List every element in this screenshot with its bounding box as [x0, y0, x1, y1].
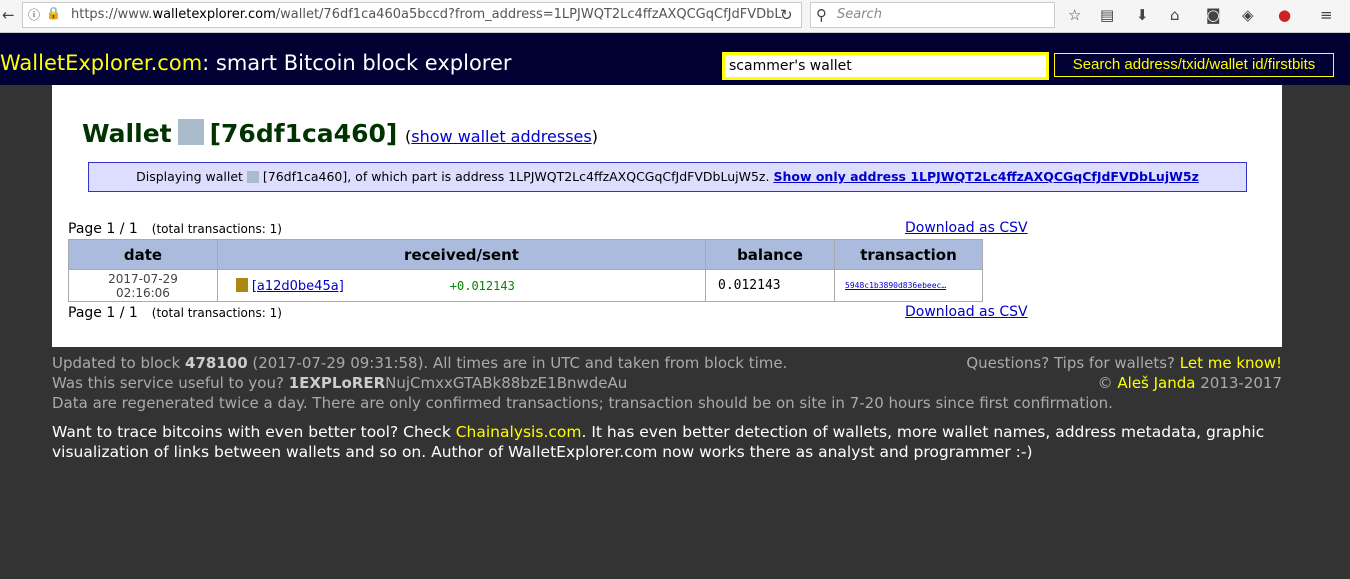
chainalysis-promo: Want to trace bitcoins with even better …: [52, 423, 1265, 461]
footer: Questions? Tips for wallets? Let me know…: [52, 353, 1282, 462]
table-row: 2017-07-29 02:16:06 [a12d0be45a] +0.01214…: [68, 269, 983, 302]
show-addresses: (show wallet addresses): [405, 127, 598, 146]
reading-list-icon[interactable]: ▤: [1100, 6, 1114, 24]
info-icon[interactable]: ⓘ: [28, 6, 40, 23]
main-content: Wallet [76df1ca460] (show wallet addresse…: [52, 85, 1282, 347]
home-icon[interactable]: ⌂: [1170, 6, 1180, 24]
reload-icon[interactable]: ↻: [780, 6, 793, 24]
back-icon[interactable]: ←: [2, 6, 15, 24]
download-csv-link[interactable]: Download as CSV: [905, 220, 1028, 236]
wallet-color-swatch: [236, 277, 248, 292]
pager-bottom: Page 1 / 1 (total transactions: 1): [68, 305, 282, 321]
contact-link[interactable]: Let me know!: [1180, 354, 1282, 372]
bookmark-star-icon[interactable]: ☆: [1068, 6, 1081, 24]
column-header: balance: [705, 239, 835, 270]
menu-icon[interactable]: ≡: [1320, 6, 1333, 24]
download-icon[interactable]: ⬇: [1136, 6, 1149, 24]
show-only-address-link[interactable]: Show only address 1LPJWQT2Lc4ffzAXQCGqCf…: [773, 169, 1198, 184]
author-link[interactable]: Aleš Janda: [1117, 374, 1195, 392]
date-cell: 2017-07-29 02:16:06: [68, 269, 218, 302]
lock-icon: 🔒: [46, 6, 61, 20]
pager-top: Page 1 / 1 (total transactions: 1): [68, 221, 282, 237]
browser-toolbar: ← https://www.walletexplorer.com/wallet/…: [0, 0, 1350, 33]
tx-cell: 5948c1b3890d836ebeec…: [834, 269, 983, 302]
column-header: transaction: [834, 239, 983, 270]
column-header: received/sent: [217, 239, 706, 270]
url-bar[interactable]: https://www.walletexplorer.com/wallet/76…: [22, 2, 802, 28]
balance-cell: 0.012143: [705, 269, 835, 302]
browser-search[interactable]: Search: [810, 2, 1055, 28]
wallet-color-swatch: [177, 119, 204, 145]
extension-dots-icon[interactable]: ●: [1278, 6, 1291, 24]
contact: Questions? Tips for wallets? Let me know…: [966, 354, 1282, 372]
pocket-icon[interactable]: ◙: [1206, 6, 1221, 24]
received-sent-cell: [a12d0be45a] +0.012143: [217, 269, 706, 302]
wallet-color-swatch: [246, 171, 259, 183]
regen-note: Data are regenerated twice a day. There …: [52, 394, 1113, 412]
download-csv-link-bottom[interactable]: Download as CSV: [905, 304, 1028, 320]
wallet-link[interactable]: [a12d0be45a]: [252, 279, 344, 294]
extension-icon[interactable]: ◈: [1242, 6, 1254, 24]
site-header: WalletExplorer.com: smart Bitcoin block …: [0, 33, 1350, 85]
chainalysis-link[interactable]: Chainalysis.com: [456, 423, 582, 441]
column-header: date: [68, 239, 218, 270]
search-input[interactable]: scammer's wallet: [722, 52, 1049, 80]
search-button[interactable]: Search address/txid/wallet id/firstbits: [1054, 53, 1334, 77]
search-icon: ⚲: [816, 6, 827, 24]
transactions-table: date received/sent balance transaction 2017…: [68, 239, 983, 302]
show-wallet-addresses-link[interactable]: show wallet addresses: [411, 127, 591, 146]
copyright: © Aleš Janda 2013-2017: [1097, 374, 1282, 392]
page-title: Wallet [76df1ca460]: [82, 119, 398, 148]
site-logo[interactable]: WalletExplorer.com: smart Bitcoin block …: [0, 51, 512, 75]
transaction-link[interactable]: 5948c1b3890d836ebeec…: [845, 281, 946, 290]
info-box: Displaying wallet [76df1ca460], of which…: [88, 162, 1247, 192]
